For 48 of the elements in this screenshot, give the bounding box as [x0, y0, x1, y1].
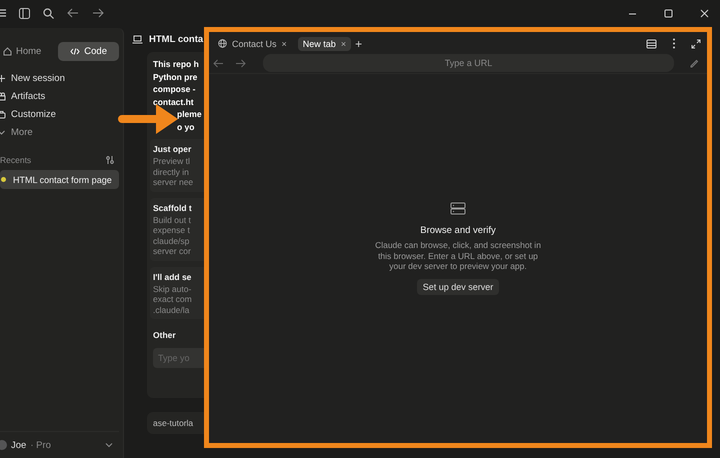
branch-chip[interactable]: ase-tutorla: [147, 412, 204, 434]
option-card[interactable]: Just oper Preview tl directly in server nee: [150, 139, 204, 192]
option-card[interactable]: Scaffold t Build out t expense t claude/sp server cor: [150, 198, 204, 260]
maximize-icon[interactable]: [664, 8, 673, 18]
message-text: o yo: [176, 120, 196, 133]
message-text: This repo h: [153, 58, 200, 70]
section-label: Recents: [0, 155, 32, 165]
nav-item[interactable]: More: [0, 123, 119, 141]
empty-state-title: Browse and verify: [420, 225, 496, 236]
laptop-icon: [132, 34, 143, 44]
recent-session[interactable]: HTML contact form page: [0, 170, 119, 189]
user-plan: · Pro: [30, 440, 51, 450]
browser-tab[interactable]: New tab ×: [298, 36, 352, 50]
expand-icon[interactable]: [691, 38, 701, 48]
option-card[interactable]: I'll add se Skip auto- exact com .claude/la: [150, 266, 204, 319]
pencil-icon[interactable]: [689, 58, 699, 68]
new-tab-button[interactable]: +: [355, 36, 362, 50]
message-text: pleme: [176, 108, 203, 120]
home-icon: [3, 47, 12, 56]
sidebar-toggle-icon[interactable]: [19, 8, 30, 18]
arrow-annotation: [118, 104, 178, 134]
server-icon: [450, 202, 466, 216]
nav-item[interactable]: New session: [0, 69, 119, 87]
browser-tab[interactable]: Contact Us ×: [213, 36, 292, 50]
setup-server-button[interactable]: Set up dev server: [416, 278, 500, 295]
message-text: contact.ht: [153, 96, 195, 108]
nav-item[interactable]: Artifacts: [0, 87, 119, 105]
message-text: Python pre: [153, 70, 198, 83]
more-options-icon[interactable]: [672, 38, 676, 49]
session-title: HTML conta: [149, 34, 204, 44]
forward-arrow-icon[interactable]: [92, 8, 104, 18]
empty-state-text: Claude can browse, click, and screenshot in this browser. Enter a URL above, or set up your dev server to preview your app.: [374, 240, 542, 272]
other-label: Other: [153, 329, 177, 342]
search-icon[interactable]: [43, 8, 54, 18]
layout-icon[interactable]: [646, 38, 657, 48]
close-icon[interactable]: [700, 8, 709, 18]
user-name: Joe: [11, 440, 26, 450]
back-arrow-icon[interactable]: [67, 8, 79, 18]
filter-icon[interactable]: [105, 155, 115, 165]
globe-icon: [218, 39, 227, 48]
mode-tab[interactable]: Code: [58, 42, 119, 61]
code-icon: [70, 47, 80, 56]
nav-item[interactable]: Customize: [0, 105, 119, 123]
url-field[interactable]: Type a URL: [263, 54, 674, 72]
mode-tab[interactable]: Home: [0, 42, 48, 61]
forward-arrow-icon[interactable]: [235, 58, 246, 68]
message-text: compose -: [153, 83, 197, 96]
back-arrow-icon[interactable]: [213, 58, 224, 68]
